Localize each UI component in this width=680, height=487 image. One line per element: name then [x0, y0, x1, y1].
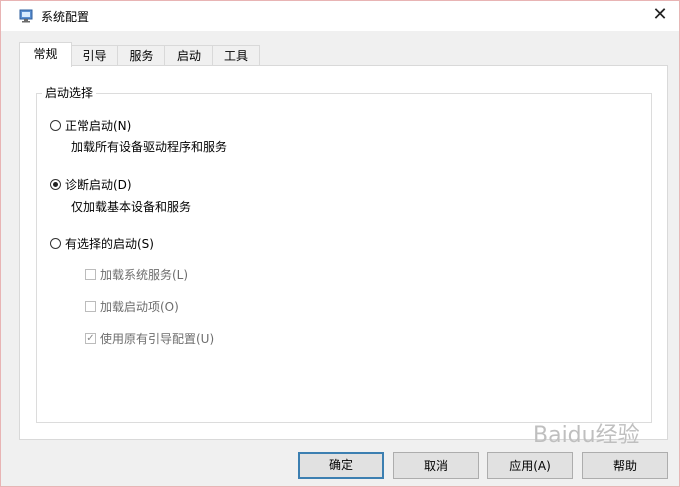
normal-startup-radio[interactable]: 正常启动(N): [50, 117, 131, 134]
selective-startup-radio[interactable]: 有选择的启动(S): [50, 235, 154, 252]
tab-general[interactable]: 常规: [19, 42, 72, 67]
use-original-boot-config-checkbox[interactable]: ✓ 使用原有引导配置(U): [85, 330, 214, 347]
startup-selection-group: 启动选择 正常启动(N) 加载所有设备驱动程序和服务 诊断启动(D) 仅加载基本…: [36, 84, 652, 423]
diagnostic-startup-label: 诊断启动(D): [65, 178, 132, 192]
normal-startup-label: 正常启动(N): [65, 119, 132, 133]
tab-boot[interactable]: 引导: [70, 45, 119, 66]
normal-startup-desc: 加载所有设备驱动程序和服务: [71, 140, 228, 154]
checkbox[interactable]: [85, 301, 96, 312]
tab-tools[interactable]: 工具: [212, 45, 260, 66]
title-bar: 系统配置 ✕: [1, 1, 679, 31]
system-config-window: 系统配置 ✕ 常规 引导 服务 启动 工具 启动选择 正常启动(N) 加载所有设…: [0, 0, 680, 487]
diagnostic-startup-radio[interactable]: 诊断启动(D): [50, 176, 132, 193]
load-system-services-label: 加载系统服务(L): [100, 268, 189, 282]
cancel-button[interactable]: 取消: [393, 452, 479, 479]
checkbox[interactable]: [85, 269, 96, 280]
radio-button[interactable]: [50, 238, 61, 249]
radio-button-selected[interactable]: [50, 179, 61, 190]
checkbox-checked[interactable]: ✓: [85, 333, 96, 344]
load-startup-items-checkbox[interactable]: 加载启动项(O): [85, 298, 179, 315]
use-original-boot-config-label: 使用原有引导配置(U): [100, 332, 215, 346]
apply-button[interactable]: 应用(A): [487, 452, 573, 479]
load-startup-items-label: 加载启动项(O): [100, 300, 179, 314]
radio-button[interactable]: [50, 120, 61, 131]
tab-startup[interactable]: 启动: [164, 45, 214, 66]
window-title: 系统配置: [41, 10, 90, 24]
selective-startup-label: 有选择的启动(S): [65, 237, 154, 251]
ok-button[interactable]: 确定: [298, 452, 384, 479]
help-button[interactable]: 帮助: [582, 452, 668, 479]
load-system-services-checkbox[interactable]: 加载系统服务(L): [85, 266, 188, 283]
group-title: 启动选择: [42, 84, 97, 101]
tab-services[interactable]: 服务: [117, 45, 166, 66]
diagnostic-startup-desc: 仅加载基本设备和服务: [71, 200, 192, 214]
general-tab-panel: 启动选择 正常启动(N) 加载所有设备驱动程序和服务 诊断启动(D) 仅加载基本…: [19, 65, 668, 440]
msconfig-icon: [19, 9, 33, 23]
watermark: Baidu经验: [533, 423, 640, 448]
close-icon[interactable]: ✕: [645, 4, 675, 28]
